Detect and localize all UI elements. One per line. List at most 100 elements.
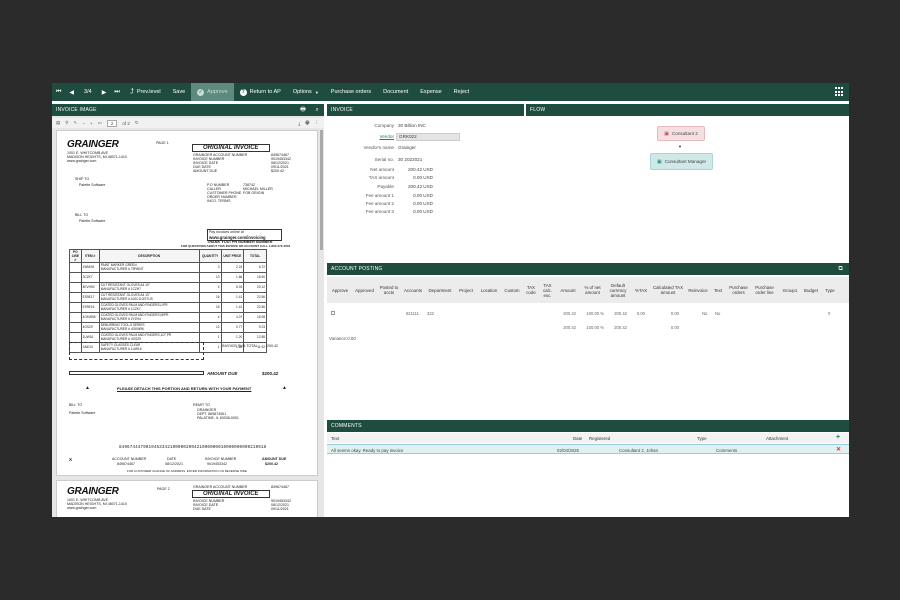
posting-col-header[interactable]: Location [477, 277, 501, 303]
po-labels: P.O NUMBER CALLER CUSTOMER PHONE ORDER N… [207, 183, 242, 203]
rotate-icon[interactable]: ↻ [135, 120, 139, 126]
download-icon[interactable]: ⤓ [298, 121, 300, 126]
posting-col-header[interactable]: Purchase order line [751, 277, 778, 303]
flow-node-consultant-2[interactable]: ▣ Consultant 2 [657, 126, 705, 141]
cursor-icon[interactable]: ↖ [74, 120, 78, 126]
bill-to-label: BILL TO [75, 213, 89, 217]
bill-to-name: Palette Software [79, 219, 106, 223]
posting-col-header[interactable]: Reinvoice [685, 277, 711, 303]
up-arrow-icon: ⮥ [129, 88, 134, 95]
flow-node-1-label: Consultant 2 [671, 131, 698, 136]
comment-date: 02/04/2025 [557, 447, 579, 453]
stub-x-mark: X [69, 457, 73, 462]
save-button[interactable]: Save [167, 83, 192, 101]
approve-button[interactable]: ✓ Approve [191, 83, 234, 101]
posting-total-amount: 200.42 [563, 325, 576, 330]
header-values: 849674467 9019453342 08/12/2021 09/11/20… [271, 153, 291, 173]
items-cell: 4 [198, 282, 222, 293]
amount-due-label: AMOUNT DUE [207, 371, 238, 376]
more-icon[interactable]: ⋮ [315, 120, 320, 126]
posting-col-header[interactable]: Project [455, 277, 477, 303]
first-record-icon[interactable]: ⏮ [52, 83, 65, 101]
posting-col-header[interactable]: TAX calc. exc. [539, 277, 556, 303]
last-record-icon[interactable]: ⏭ [110, 83, 123, 101]
delete-comment-icon[interactable]: ✕ [836, 446, 841, 453]
page-2-header-value: 849674467 [271, 485, 289, 489]
comment-row[interactable]: All seems okay. Ready to pay invoice 02/… [327, 444, 849, 454]
approve-checkbox[interactable] [331, 311, 335, 315]
items-cell: 16 [198, 302, 222, 313]
print-icon[interactable]: 🖶 [300, 105, 306, 115]
next-record-icon[interactable]: ▶ [98, 83, 111, 101]
remit-to-address: GRAINGER DEPT. 869874061 PALATINE, IL 60… [197, 408, 239, 420]
flow-node-consultant-manager[interactable]: ▣ Consultant Manager [650, 153, 713, 170]
posting-col-header[interactable]: % of net amount [581, 277, 604, 303]
invoice-image-title: INVOICE IMAGE [56, 107, 97, 113]
posting-col-header[interactable]: Custom [501, 277, 523, 303]
zoom-icon[interactable]: ⌕ [315, 107, 319, 114]
viewer-print-icon[interactable]: 🖶 [305, 119, 309, 127]
add-comment-icon[interactable]: + [836, 434, 840, 441]
page-2-label: PAGE 2 [157, 487, 170, 491]
comments-panel: COMMENTS Text Date Registered Type Attac… [327, 420, 849, 517]
detach-notice: PLEASE DETACH THIS PORTION AND RETURN WI… [117, 386, 252, 391]
return-to-ap-button[interactable]: ? Return to AP [234, 83, 287, 101]
invoice-field-row: Serial no. 30 2022021 [327, 157, 524, 165]
posting-col-header[interactable]: Purchase orders [726, 277, 751, 303]
remit-to-label: REMIT TO [193, 403, 210, 407]
field-value[interactable]: GRK022 [399, 134, 417, 139]
zoom-in-icon[interactable]: + [90, 121, 93, 126]
posting-col-header[interactable]: Calculated TAX amount [651, 277, 685, 303]
items-cell: 6.72 [243, 262, 267, 273]
posting-col-header[interactable]: Budget [801, 277, 821, 303]
stub-account-label: ACCOUNT NUMBER [112, 457, 147, 461]
prev-level-button[interactable]: ⮥ Prev.level [124, 83, 167, 101]
purchase-orders-button[interactable]: Purchase orders [325, 83, 377, 101]
app-grid-icon[interactable] [835, 87, 845, 97]
expense-button[interactable]: Expense [414, 83, 447, 101]
posting-col-header[interactable]: %TAX [631, 277, 651, 303]
fit-page-icon[interactable]: ▭ [98, 120, 102, 126]
items-cell: 3CZK7 [80, 272, 100, 283]
col-attachment: Attachment [766, 435, 789, 441]
invoice-field-row: Vendor's name Grainger [327, 145, 524, 153]
export-icon[interactable]: ⧉ [839, 266, 843, 273]
viewer-scrollbar[interactable] [320, 130, 323, 250]
posting-col-header[interactable]: Group1 [779, 277, 801, 303]
flow-node-2-label: Consultant Manager [664, 159, 707, 164]
posting-col-header[interactable]: Approved [353, 277, 376, 303]
items-cell [69, 332, 82, 343]
posting-col-header[interactable]: Department [425, 277, 455, 303]
items-cell: 0.77 [220, 322, 245, 333]
items-cell: 4GSZ9 [80, 322, 100, 333]
filter-icon[interactable]: ⚲ [65, 120, 68, 126]
items-col-header: ITEM # [80, 249, 100, 263]
options-menu[interactable]: Options ▼ [287, 83, 325, 101]
posting-col-header[interactable]: Amount [556, 277, 580, 303]
previous-record-icon[interactable]: ◀ [65, 83, 78, 101]
app-window: ⏮ ◀ 3/4 ▶ ⏭ ⮥ Prev.level Save ✓ Approve ? R… [52, 83, 849, 517]
field-label[interactable]: Vendor [379, 134, 394, 139]
document-button[interactable]: Document [377, 83, 414, 101]
sidebar-toggle-icon[interactable]: ▤ [56, 120, 60, 126]
page-number-input[interactable]: 2 [106, 119, 118, 127]
posting-col-header[interactable]: Accounts [401, 277, 425, 303]
posting-col-header[interactable]: Text [711, 277, 725, 303]
posting-col-header[interactable]: Posted to accts [377, 277, 401, 303]
cut-line [69, 371, 204, 375]
field-label: Company [374, 123, 394, 128]
zoom-out-icon[interactable]: − [82, 121, 85, 126]
posting-accounts: 621111 [405, 311, 419, 316]
posting-col-header[interactable]: Default currency amount [605, 277, 631, 303]
field-value: 200.42 USD [407, 184, 433, 189]
posting-col-header[interactable]: Approve [327, 277, 353, 303]
stub-footer: FOR CUSTOMER CHANGE OF ADDRESS, ENTER IN… [127, 469, 247, 473]
ship-to-name: Palette Software [79, 183, 106, 187]
posting-col-header[interactable]: Type [822, 277, 838, 303]
items-cell: CUT RESISTANT GLOVES A4 10" MANUFACTURER… [98, 282, 200, 293]
posting-col-header[interactable]: TAX code [523, 277, 539, 303]
items-cell: ES9E16 [80, 302, 100, 313]
reject-button[interactable]: Reject [448, 83, 476, 101]
chevron-down-icon: ▼ [314, 89, 319, 95]
document-icon: ▣ [656, 158, 662, 165]
